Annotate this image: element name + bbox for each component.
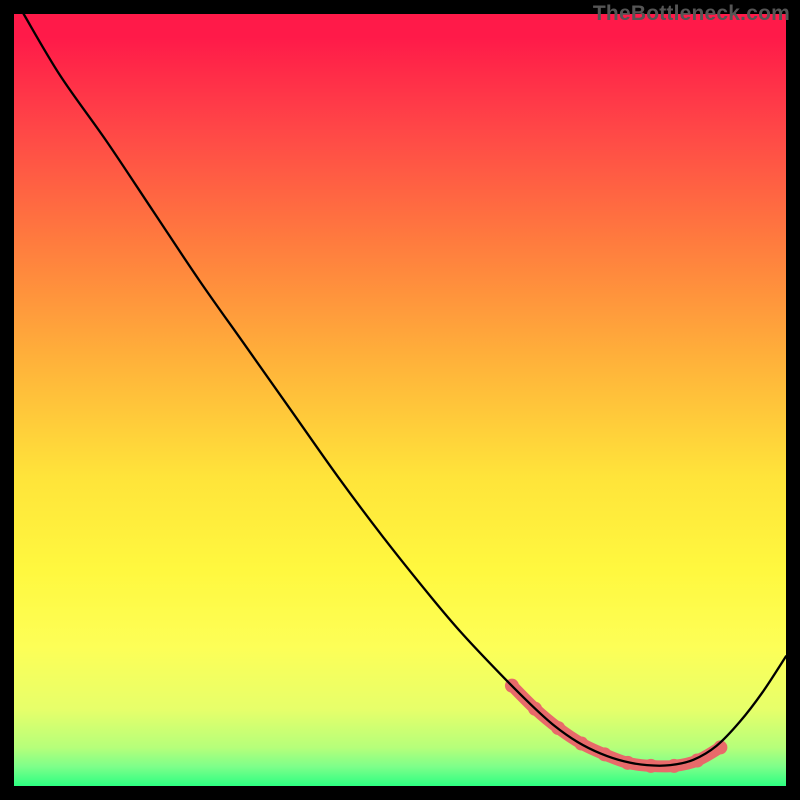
- gradient-background: [14, 14, 786, 786]
- chart-canvas: TheBottleneck.com: [0, 0, 800, 800]
- bottleneck-chart: [0, 0, 800, 800]
- watermark-text: TheBottleneck.com: [593, 2, 790, 26]
